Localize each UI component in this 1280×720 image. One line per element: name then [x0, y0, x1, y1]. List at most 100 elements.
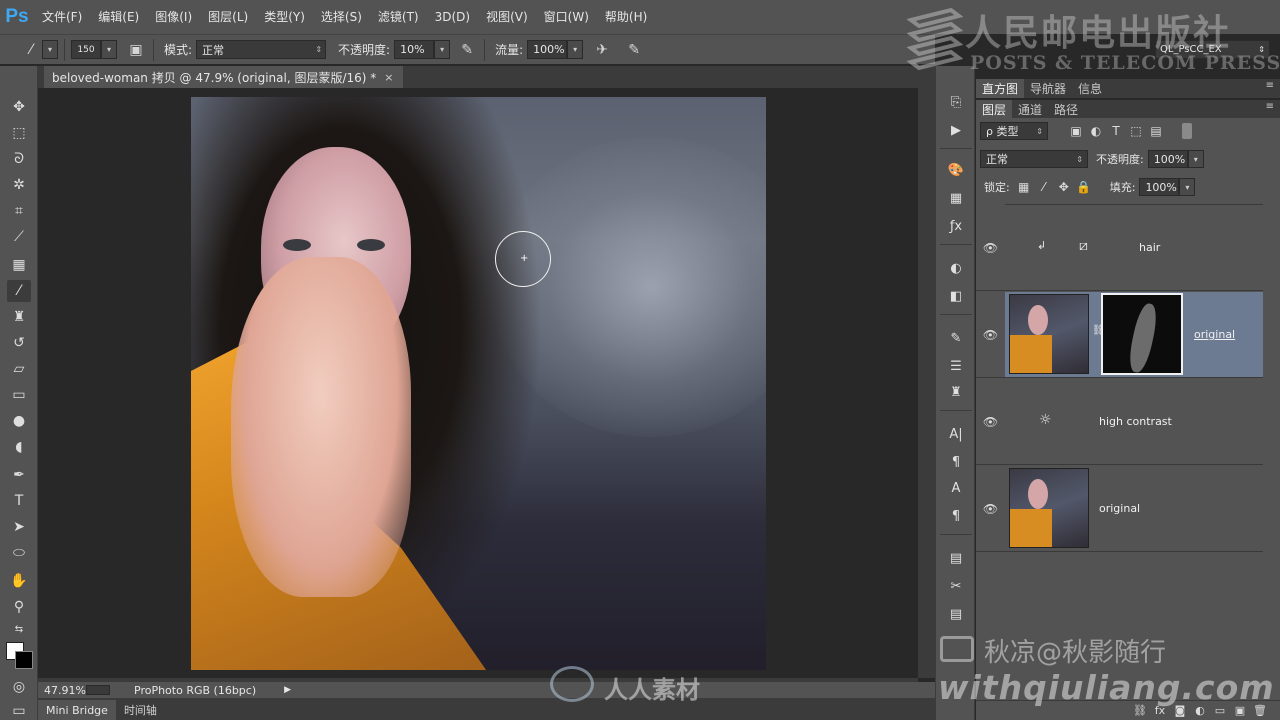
- brush-preset-icon[interactable]: ⁄: [20, 39, 42, 61]
- visibility-eye-icon[interactable]: 👁: [976, 205, 1005, 291]
- layer-style-fx-icon[interactable]: fx: [1150, 704, 1170, 717]
- vertical-scrollbar[interactable]: [918, 88, 935, 678]
- menu-type[interactable]: 类型(Y): [256, 0, 313, 34]
- new-layer-icon[interactable]: ▣: [1230, 704, 1250, 717]
- link-layers-icon[interactable]: ⛓: [1130, 704, 1150, 717]
- pressure-size-icon[interactable]: ✎: [623, 39, 645, 61]
- new-group-icon[interactable]: ▭: [1210, 704, 1230, 717]
- lock-transparent-icon[interactable]: ▦: [1014, 178, 1034, 196]
- lasso-tool-icon[interactable]: ᘐ: [7, 148, 31, 170]
- zoom-level[interactable]: 47.91%: [38, 684, 86, 697]
- visibility-eye-icon[interactable]: 👁: [976, 292, 1005, 378]
- menu-file[interactable]: 文件(F): [34, 0, 90, 34]
- lock-position-icon[interactable]: ✥: [1054, 178, 1074, 196]
- mode-select[interactable]: 正常 ⇕: [196, 40, 327, 59]
- menu-image[interactable]: 图像(I): [147, 0, 200, 34]
- opacity-dropdown[interactable]: ▾: [434, 40, 451, 59]
- clone-stamp-tool-icon[interactable]: ♜: [7, 306, 31, 328]
- opacity-field[interactable]: 10%: [394, 40, 435, 59]
- eraser-tool-icon[interactable]: ▱: [7, 358, 31, 380]
- filter-adjustment-icon[interactable]: ◐: [1086, 122, 1106, 140]
- styles-panel-icon[interactable]: ƒx: [944, 216, 968, 236]
- tab-timeline[interactable]: 时间轴: [116, 700, 165, 720]
- canvas-area[interactable]: +: [38, 88, 918, 678]
- menu-3d[interactable]: 3D(D): [427, 0, 478, 34]
- status-menu-arrow-icon[interactable]: ▶: [284, 685, 291, 695]
- lock-pixels-icon[interactable]: ⁄: [1034, 178, 1054, 196]
- menu-layer[interactable]: 图层(L): [200, 0, 256, 34]
- add-mask-icon[interactable]: ◙: [1170, 704, 1190, 717]
- eyedropper-tool-icon[interactable]: ⟋: [7, 226, 31, 248]
- layer-thumbnail[interactable]: [1009, 294, 1089, 374]
- document-tab[interactable]: beloved-woman 拷贝 @ 47.9% (original, 图层蒙版…: [44, 66, 404, 88]
- brush-panel-toggle-icon[interactable]: ▣: [125, 39, 147, 61]
- swatches-panel-icon[interactable]: ▦: [944, 188, 968, 208]
- type-tool-icon[interactable]: T: [7, 490, 31, 512]
- marquee-tool-icon[interactable]: ⬚: [7, 122, 31, 144]
- paragraph-panel-icon[interactable]: ¶: [944, 452, 968, 472]
- layer-row-original-masked[interactable]: 👁 ⛓ original: [976, 292, 1263, 378]
- workspace-preset-select[interactable]: QL_PsCC_EX ⇕: [1155, 40, 1270, 59]
- new-adjustment-icon[interactable]: ◐: [1190, 704, 1210, 717]
- lock-all-icon[interactable]: 🔒: [1074, 178, 1094, 196]
- layer-mask-thumbnail[interactable]: [1101, 293, 1183, 375]
- menu-edit[interactable]: 编辑(E): [90, 0, 147, 34]
- ellipse-tool-icon[interactable]: ⬭: [7, 542, 31, 564]
- adjustments-panel-icon[interactable]: ◐: [944, 258, 968, 278]
- layer-comps-icon[interactable]: ▤: [944, 548, 968, 568]
- layer-row-hair[interactable]: 👁 ↲ ⧄ hair: [976, 205, 1263, 291]
- visibility-eye-icon[interactable]: 👁: [976, 379, 1005, 465]
- filter-shape-icon[interactable]: ⬚: [1126, 122, 1146, 140]
- menu-help[interactable]: 帮助(H): [597, 0, 655, 34]
- pressure-opacity-icon[interactable]: ✎: [456, 39, 478, 61]
- layer-opacity-field[interactable]: 100%: [1147, 150, 1188, 168]
- layer-row-high-contrast[interactable]: 👁 ☼ high contrast: [976, 379, 1263, 465]
- flow-field[interactable]: 100%: [527, 40, 568, 59]
- tab-mini-bridge[interactable]: Mini Bridge: [38, 700, 116, 720]
- panel-menu-icon[interactable]: ≡: [1266, 101, 1274, 112]
- hand-tool-icon[interactable]: ✋: [7, 570, 31, 592]
- background-color-swatch[interactable]: [15, 651, 33, 669]
- actions-panel-icon[interactable]: ▶: [944, 120, 968, 140]
- filter-smart-object-icon[interactable]: ▤: [1146, 122, 1166, 140]
- pen-tool-icon[interactable]: ✒: [7, 464, 31, 486]
- magic-wand-tool-icon[interactable]: ✲: [7, 174, 31, 196]
- color-panel-icon[interactable]: 🎨: [944, 160, 968, 180]
- brush-size-picker[interactable]: 150: [71, 40, 101, 59]
- paragraph-styles-icon[interactable]: ¶: [944, 506, 968, 526]
- path-selection-tool-icon[interactable]: ➤: [7, 516, 31, 538]
- visibility-eye-icon[interactable]: 👁: [976, 466, 1005, 552]
- screen-mode-icon[interactable]: ▭: [7, 700, 31, 720]
- menu-select[interactable]: 选择(S): [313, 0, 370, 34]
- tool-presets-icon[interactable]: ✂: [944, 576, 968, 596]
- panel-menu-icon[interactable]: ≡: [1266, 80, 1274, 91]
- filter-type-icon[interactable]: T: [1106, 122, 1126, 140]
- layer-filter-select[interactable]: ρ 类型 ⇕: [980, 122, 1048, 140]
- blend-mode-select[interactable]: 正常 ⇕: [980, 150, 1088, 168]
- dodge-tool-icon[interactable]: ◖: [7, 436, 31, 458]
- tab-layers[interactable]: 图层: [976, 100, 1013, 118]
- move-tool-icon[interactable]: ✥: [7, 96, 31, 118]
- fill-dropdown[interactable]: ▾: [1179, 178, 1196, 196]
- history-brush-tool-icon[interactable]: ↺: [7, 332, 31, 354]
- close-icon[interactable]: ×: [384, 71, 393, 84]
- layer-opacity-dropdown[interactable]: ▾: [1187, 150, 1204, 168]
- layer-row-original[interactable]: 👁 original: [976, 466, 1263, 552]
- tab-paths[interactable]: 路径: [1048, 100, 1084, 118]
- airbrush-icon[interactable]: ✈: [591, 39, 613, 61]
- menu-filter[interactable]: 滤镜(T): [370, 0, 427, 34]
- layer-thumbnail[interactable]: [1009, 468, 1089, 548]
- brush-tool-icon[interactable]: ⁄: [7, 280, 31, 302]
- masks-panel-icon[interactable]: ◧: [944, 286, 968, 306]
- status-preview-icon[interactable]: [86, 685, 110, 695]
- blur-tool-icon[interactable]: ●: [7, 410, 31, 432]
- quick-mask-icon[interactable]: ◎: [7, 676, 31, 698]
- menu-view[interactable]: 视图(V): [478, 0, 536, 34]
- notes-panel-icon[interactable]: ▤: [944, 604, 968, 624]
- zoom-tool-icon[interactable]: ⚲: [7, 596, 31, 618]
- brush-size-dropdown[interactable]: ▾: [101, 40, 117, 59]
- history-panel-icon[interactable]: ⎘: [944, 92, 968, 112]
- menu-window[interactable]: 窗口(W): [536, 0, 597, 34]
- healing-brush-tool-icon[interactable]: ▦: [7, 254, 31, 276]
- delete-layer-icon[interactable]: 🗑: [1250, 704, 1270, 717]
